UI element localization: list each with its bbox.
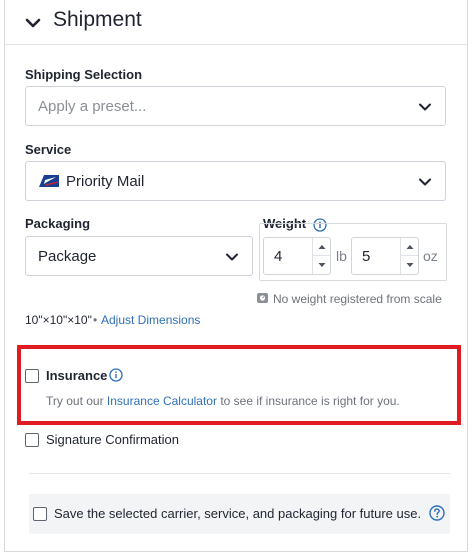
chevron-down-icon	[226, 253, 238, 261]
save-defaults-label: Save the selected carrier, service, and …	[54, 506, 422, 521]
save-defaults-checkbox[interactable]	[33, 507, 47, 521]
service-value: Priority Mail	[66, 172, 145, 190]
ounces-unit: oz	[423, 248, 438, 264]
pounds-unit: lb	[336, 248, 347, 264]
dimensions-separator: •	[93, 313, 98, 327]
caret-down-icon	[406, 263, 413, 267]
shipping-selection-label: Shipping Selection	[25, 67, 143, 82]
insurance-calculator-link[interactable]: Insurance Calculator	[107, 394, 217, 408]
signature-confirmation-checkbox[interactable]	[25, 433, 39, 447]
pounds-value: 4	[274, 247, 283, 265]
insurance-checkbox[interactable]	[25, 369, 39, 383]
insurance-hint: Try out our Insurance Calculator to see …	[46, 394, 400, 408]
scale-note: No weight registered from scale	[273, 292, 442, 306]
caret-down-icon	[318, 263, 325, 267]
scale-icon	[257, 293, 268, 303]
caret-up-icon	[406, 244, 413, 249]
shipping-preset-select[interactable]: Apply a preset...	[25, 86, 446, 126]
insurance-hint-suffix: to see if insurance is right for you.	[220, 394, 400, 408]
chevron-down-icon	[419, 178, 431, 186]
signature-confirmation-label: Signature Confirmation	[46, 432, 179, 447]
caret-up-icon	[318, 244, 325, 249]
shipment-panel: Shipment Shipping Selection Apply a pres…	[4, 0, 468, 552]
service-label: Service	[25, 142, 72, 157]
chevron-down-icon[interactable]	[24, 14, 42, 32]
insurance-label: Insurance	[46, 368, 108, 383]
service-select[interactable]: Priority Mail	[25, 161, 446, 201]
insurance-hint-prefix: Try out our	[46, 394, 104, 408]
help-icon[interactable]	[429, 505, 445, 521]
info-icon[interactable]	[109, 368, 123, 382]
package-dimensions: 10"×10"×10"	[25, 313, 92, 327]
pounds-stepper[interactable]	[312, 238, 330, 274]
adjust-dimensions-link[interactable]: Adjust Dimensions	[101, 313, 200, 327]
section-title: Shipment	[53, 8, 142, 31]
packaging-label: Packaging	[25, 216, 91, 231]
ounces-increment[interactable]	[401, 238, 418, 256]
packaging-value: Package	[38, 247, 97, 265]
preset-placeholder: Apply a preset...	[38, 97, 147, 115]
weight-pounds-input[interactable]: 4	[263, 237, 331, 275]
ounces-decrement[interactable]	[401, 256, 418, 274]
ounces-value: 5	[362, 247, 371, 265]
weight-ounces-input[interactable]: 5	[351, 237, 419, 275]
pounds-increment[interactable]	[313, 238, 330, 256]
chevron-down-icon	[419, 103, 431, 111]
shipment-header[interactable]: Shipment	[5, 0, 467, 45]
usps-eagle-icon	[39, 175, 59, 187]
pounds-decrement[interactable]	[313, 256, 330, 274]
ounces-stepper[interactable]	[400, 238, 418, 274]
insurance-highlight-box	[17, 345, 461, 425]
packaging-select[interactable]: Package	[25, 236, 253, 276]
section-divider	[29, 473, 450, 474]
